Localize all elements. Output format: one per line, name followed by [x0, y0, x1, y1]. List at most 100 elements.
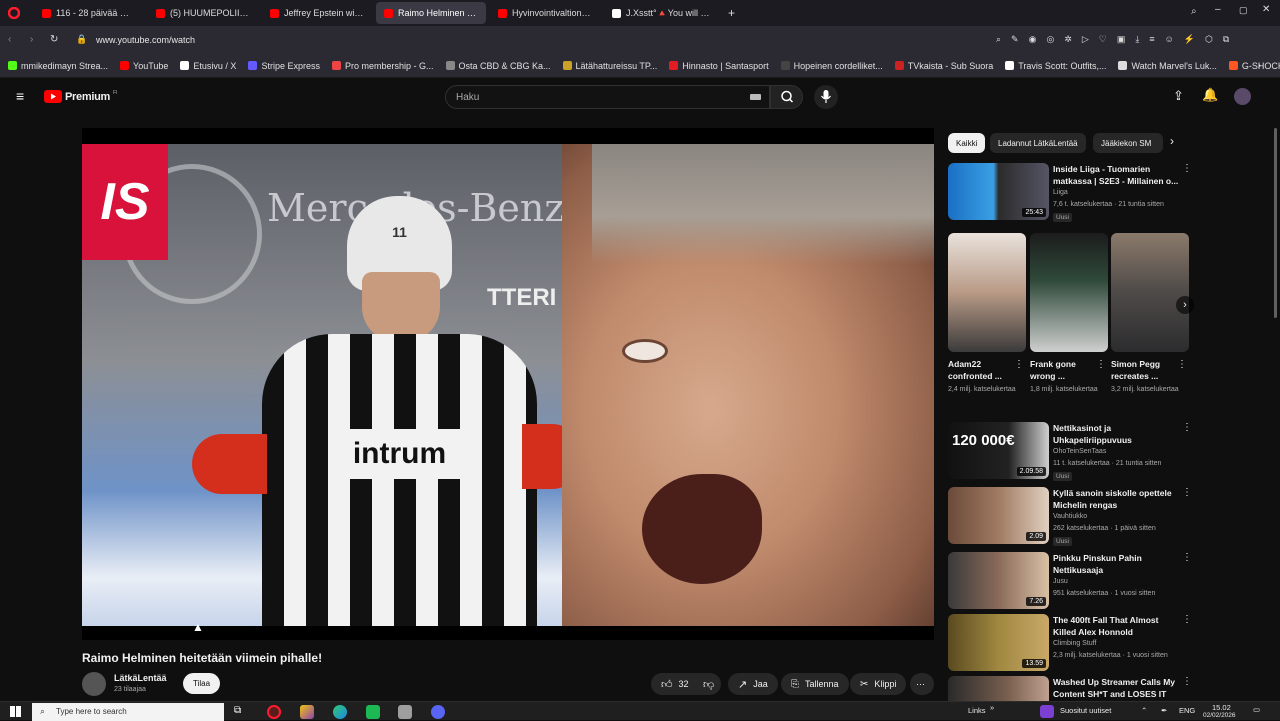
close-icon[interactable]: ✕ [1262, 4, 1270, 15]
ai-toggle-icon[interactable]: ⧉ [1223, 34, 1229, 45]
back-icon[interactable]: ‹ [8, 34, 11, 45]
bookmark-item[interactable]: Etusivu / X [180, 61, 236, 71]
search-button[interactable] [770, 85, 803, 109]
browser-tab-active[interactable]: Raimo Helminen heit [376, 2, 486, 24]
menu-lines-icon[interactable]: ≡ [1149, 34, 1154, 45]
bookmark-item[interactable]: YouTube [120, 61, 168, 71]
taskbar-search-input[interactable]: ⌕ Type here to search [32, 703, 224, 721]
bookmark-item[interactable]: Pro membership - G... [331, 61, 434, 71]
notification-center-icon[interactable]: ▭ [1253, 705, 1260, 714]
short-item[interactable]: Simon Pegg recreates ... 3,2 milj. katse… [1111, 233, 1189, 395]
new-tab-icon[interactable]: + [728, 6, 735, 20]
browser-tab[interactable]: Hyvinvointivaltion TUHO [490, 2, 600, 24]
bookmark-item[interactable]: mmikedimayn Strea... [8, 61, 108, 71]
youtube-logo[interactable]: Premium FI [44, 90, 117, 103]
opera-logo-icon[interactable] [8, 7, 20, 19]
more-vertical-icon[interactable]: ⋮ [1177, 359, 1187, 370]
discord-taskbar-icon[interactable] [431, 705, 445, 719]
task-view-icon[interactable]: ⧉ [234, 705, 241, 716]
bookmark-item[interactable]: G-SHOCK UNISEX -... [1228, 61, 1280, 71]
avatar[interactable] [1234, 88, 1251, 105]
news-widget-icon[interactable] [1040, 705, 1054, 718]
minimize-icon[interactable]: – [1215, 4, 1221, 15]
browser-tab[interactable]: Jeffrey Epstein with Steve [262, 2, 372, 24]
short-item[interactable]: Frank gone wrong ... 1,8 milj. katseluke… [1030, 233, 1108, 395]
more-vertical-icon[interactable]: ⋮ [1096, 359, 1106, 370]
recommendation-item[interactable]: 13.59 The 400ft Fall That Almost Killed … [948, 614, 1193, 672]
recommendation-item[interactable]: 25:43 Inside Liiga - Tuomarien matkassa … [948, 163, 1193, 223]
more-vertical-icon[interactable]: ⋮ [1182, 552, 1192, 563]
more-actions-button[interactable]: ⋯ [910, 673, 934, 695]
recommendation-item[interactable]: Washed Up Streamer Calls My Content SH*T… [948, 676, 1193, 701]
recommendation-item[interactable]: 120 000€ 2.09.58 Nettikasinot ja Uhkapel… [948, 422, 1193, 481]
bookmark-item[interactable]: Stripe Express [248, 61, 320, 71]
links-toolbar[interactable]: Links [968, 706, 986, 715]
bookmark-item[interactable]: Hopeinen cordelliket... [780, 61, 883, 71]
save-button[interactable]: ⎘ Tallenna [781, 673, 849, 695]
vpn-icon[interactable]: ◎ [1046, 34, 1054, 45]
recommendation-item[interactable]: 2.09 Kyllä sanoin siskolle opettele Mich… [948, 487, 1193, 546]
bookmark-item[interactable]: Hinnasto | Santasport [669, 61, 769, 71]
share-upload-icon[interactable]: ⇪ [1173, 88, 1184, 104]
browser-tab[interactable]: J.Xsstt°🔺You will never [604, 2, 722, 24]
download-icon[interactable]: ⤓ [1135, 34, 1139, 45]
language-indicator[interactable]: ENG [1179, 706, 1195, 715]
search-input[interactable]: Haku [445, 85, 770, 109]
keyboard-icon[interactable] [750, 94, 761, 100]
short-thumbnail[interactable] [1111, 233, 1189, 352]
bookmark-item[interactable]: Travis Scott: Outfits,... [1005, 61, 1106, 71]
forward-icon[interactable]: › [30, 34, 33, 45]
windows-start-icon[interactable] [10, 706, 21, 717]
url-field[interactable]: www.youtube.com/watch [96, 35, 195, 45]
play-icon[interactable]: ▷ [1082, 34, 1089, 45]
channel-name[interactable]: LätkäLentää [114, 673, 167, 683]
reload-icon[interactable]: ↻ [50, 34, 58, 45]
video-thumbnail[interactable]: 2.09 [948, 487, 1049, 544]
video-thumbnail[interactable]: 25:43 [948, 163, 1049, 220]
opera-taskbar-icon[interactable] [267, 705, 281, 719]
browser-tab[interactable]: 116 - 28 päivää myöhemm [34, 2, 144, 24]
more-vertical-icon[interactable]: ⋮ [1182, 163, 1192, 174]
chip-uploader[interactable]: Ladannut LätkäLentää [990, 133, 1086, 153]
pin-icon[interactable]: ⬡ [1205, 34, 1213, 45]
video-frame[interactable]: Mercedes-Benz TTERI IS 11 intrum [82, 144, 934, 626]
page-scrollbar[interactable] [1274, 128, 1277, 318]
notifications-bell-icon[interactable]: 🔔 [1202, 87, 1218, 103]
browser-tab[interactable]: (5) HUUMEPOLIISI HUUM [148, 2, 258, 24]
maximize-icon[interactable]: ▢ [1239, 5, 1248, 16]
edge-taskbar-icon[interactable] [333, 705, 347, 719]
clock-time[interactable]: 15.02 [1212, 703, 1231, 712]
more-vertical-icon[interactable]: ⋮ [1182, 614, 1192, 625]
voice-search-button[interactable] [814, 85, 838, 109]
video-thumbnail[interactable]: 7.26 [948, 552, 1049, 609]
news-widget-label[interactable]: Suositut uutiset [1060, 706, 1111, 715]
search-tabs-icon[interactable]: ⌕ [1191, 6, 1197, 17]
person-icon[interactable]: ☺ [1165, 34, 1174, 45]
short-thumbnail[interactable] [948, 233, 1026, 352]
like-button[interactable]: 👍︎ 32 [651, 673, 697, 695]
clip-button[interactable]: ✂ Klippi [850, 673, 907, 695]
hamburger-menu-icon[interactable]: ≡ [16, 88, 24, 104]
more-vertical-icon[interactable]: ⋮ [1182, 422, 1192, 433]
clock-date[interactable]: 02/02/2026 [1203, 712, 1236, 719]
video-thumbnail[interactable] [948, 676, 1049, 701]
edit-icon[interactable]: ✎ [1011, 34, 1019, 45]
bookmark-item[interactable]: Osta CBD & CBG Ka... [445, 61, 551, 71]
heart-icon[interactable]: ♡ [1099, 34, 1107, 45]
more-vertical-icon[interactable]: ⋮ [1014, 359, 1024, 370]
camera-icon[interactable]: ◉ [1029, 34, 1037, 45]
bookmarks-overflow-icon[interactable]: › [1258, 60, 1261, 70]
bookmark-item[interactable]: Watch Marvel's Luk... [1118, 61, 1217, 71]
search-icon[interactable]: ⌕ [996, 34, 1001, 45]
pen-icon[interactable]: ✒ [1161, 706, 1167, 715]
links-expand-icon[interactable]: » [990, 703, 994, 712]
chip-all[interactable]: Kaikki [948, 133, 986, 153]
settings-taskbar-icon[interactable] [398, 705, 412, 719]
dislike-button[interactable]: 👎︎ [697, 673, 721, 695]
chevron-right-icon[interactable]: › [1170, 134, 1174, 148]
more-vertical-icon[interactable]: ⋮ [1182, 676, 1192, 687]
ai-icon[interactable]: ⚡ [1184, 34, 1195, 45]
spotify-taskbar-icon[interactable] [366, 705, 380, 719]
video-thumbnail[interactable]: 120 000€ 2.09.58 [948, 422, 1049, 479]
recommendation-item[interactable]: 7.26 Pinkku Pinskun Pahin Nettikusaaja J… [948, 552, 1193, 610]
